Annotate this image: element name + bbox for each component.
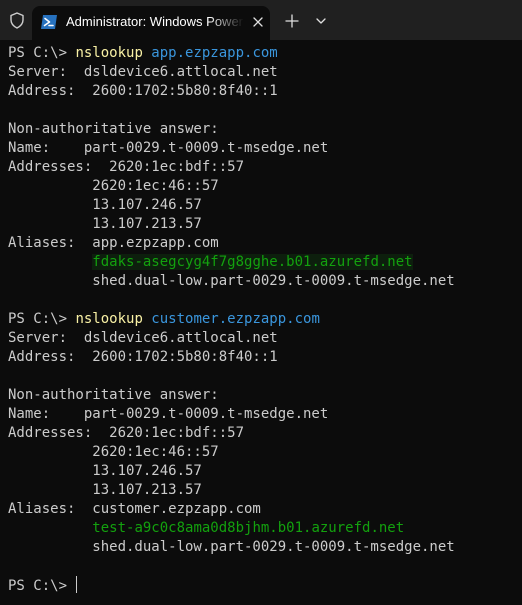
text-cursor bbox=[76, 576, 78, 593]
tab-title: Administrator: Windows PowerShell bbox=[66, 14, 244, 29]
output-line: 13.107.213.57 bbox=[8, 482, 202, 498]
output-line: Non-authoritative answer: bbox=[8, 121, 219, 137]
output-line: shed.dual-low.part-0029.t-0009.t-msedge.… bbox=[8, 273, 455, 289]
tab-powershell[interactable]: Administrator: Windows PowerShell bbox=[32, 6, 270, 40]
output-line: 13.107.213.57 bbox=[8, 216, 202, 232]
close-icon[interactable] bbox=[250, 14, 266, 30]
command-text: nslookup bbox=[75, 45, 143, 61]
prompt-line: PS C:\> nslookup customer.ezpzapp.com bbox=[8, 310, 522, 329]
prompt-text: PS C:\> bbox=[8, 311, 76, 327]
output-line: Non-authoritative answer: bbox=[8, 387, 219, 403]
output-line: shed.dual-low.part-0029.t-0009.t-msedge.… bbox=[8, 539, 455, 555]
command-argument: customer.ezpzapp.com bbox=[142, 311, 320, 327]
output-line: 13.107.246.57 bbox=[8, 197, 202, 213]
highlighted-alias: test-a9c0c8ama0d8bjhm.b01.azurefd.net bbox=[92, 520, 405, 536]
plus-icon[interactable] bbox=[283, 12, 301, 30]
powershell-icon bbox=[41, 15, 57, 29]
output-line: 13.107.246.57 bbox=[8, 463, 202, 479]
prompt-text: PS C:\> bbox=[8, 578, 76, 594]
output-line: Addresses: 2620:1ec:bdf::57 bbox=[8, 425, 245, 441]
terminal-output[interactable]: PS C:\> nslookup app.ezpzapp.com Server: … bbox=[0, 40, 522, 605]
prompt-text: PS C:\> bbox=[8, 45, 76, 61]
output-line: Address: 2600:1702:5b80:8f40::1 bbox=[8, 349, 278, 365]
prompt-line: PS C:\> nslookup app.ezpzapp.com bbox=[8, 44, 522, 63]
output-line-highlight: fdaks-asegcyg4f7g8gghe.b01.azurefd.net bbox=[8, 253, 522, 272]
output-line: Address: 2600:1702:5b80:8f40::1 bbox=[8, 83, 278, 99]
output-line-highlight: test-a9c0c8ama0d8bjhm.b01.azurefd.net bbox=[8, 519, 522, 538]
output-line: 2620:1ec:46::57 bbox=[8, 178, 219, 194]
output-line: Server: dsldevice6.attlocal.net bbox=[8, 330, 278, 346]
output-line: Addresses: 2620:1ec:bdf::57 bbox=[8, 159, 245, 175]
prompt-line: PS C:\> bbox=[8, 576, 522, 595]
output-line: Server: dsldevice6.attlocal.net bbox=[8, 64, 278, 80]
command-text: nslookup bbox=[75, 311, 143, 327]
output-line: Name: part-0029.t-0009.t-msedge.net bbox=[8, 406, 329, 422]
shield-icon bbox=[10, 12, 24, 29]
output-line: Aliases: customer.ezpzapp.com bbox=[8, 501, 261, 517]
chevron-down-icon[interactable] bbox=[314, 14, 328, 28]
output-line: Aliases: app.ezpzapp.com bbox=[8, 235, 219, 251]
output-line: Name: part-0029.t-0009.t-msedge.net bbox=[8, 140, 329, 156]
output-line: 2620:1ec:46::57 bbox=[8, 444, 219, 460]
command-argument: app.ezpzapp.com bbox=[142, 45, 278, 61]
tab-bar: Administrator: Windows PowerShell bbox=[0, 0, 522, 40]
highlighted-alias: fdaks-asegcyg4f7g8gghe.b01.azurefd.net bbox=[92, 254, 413, 270]
